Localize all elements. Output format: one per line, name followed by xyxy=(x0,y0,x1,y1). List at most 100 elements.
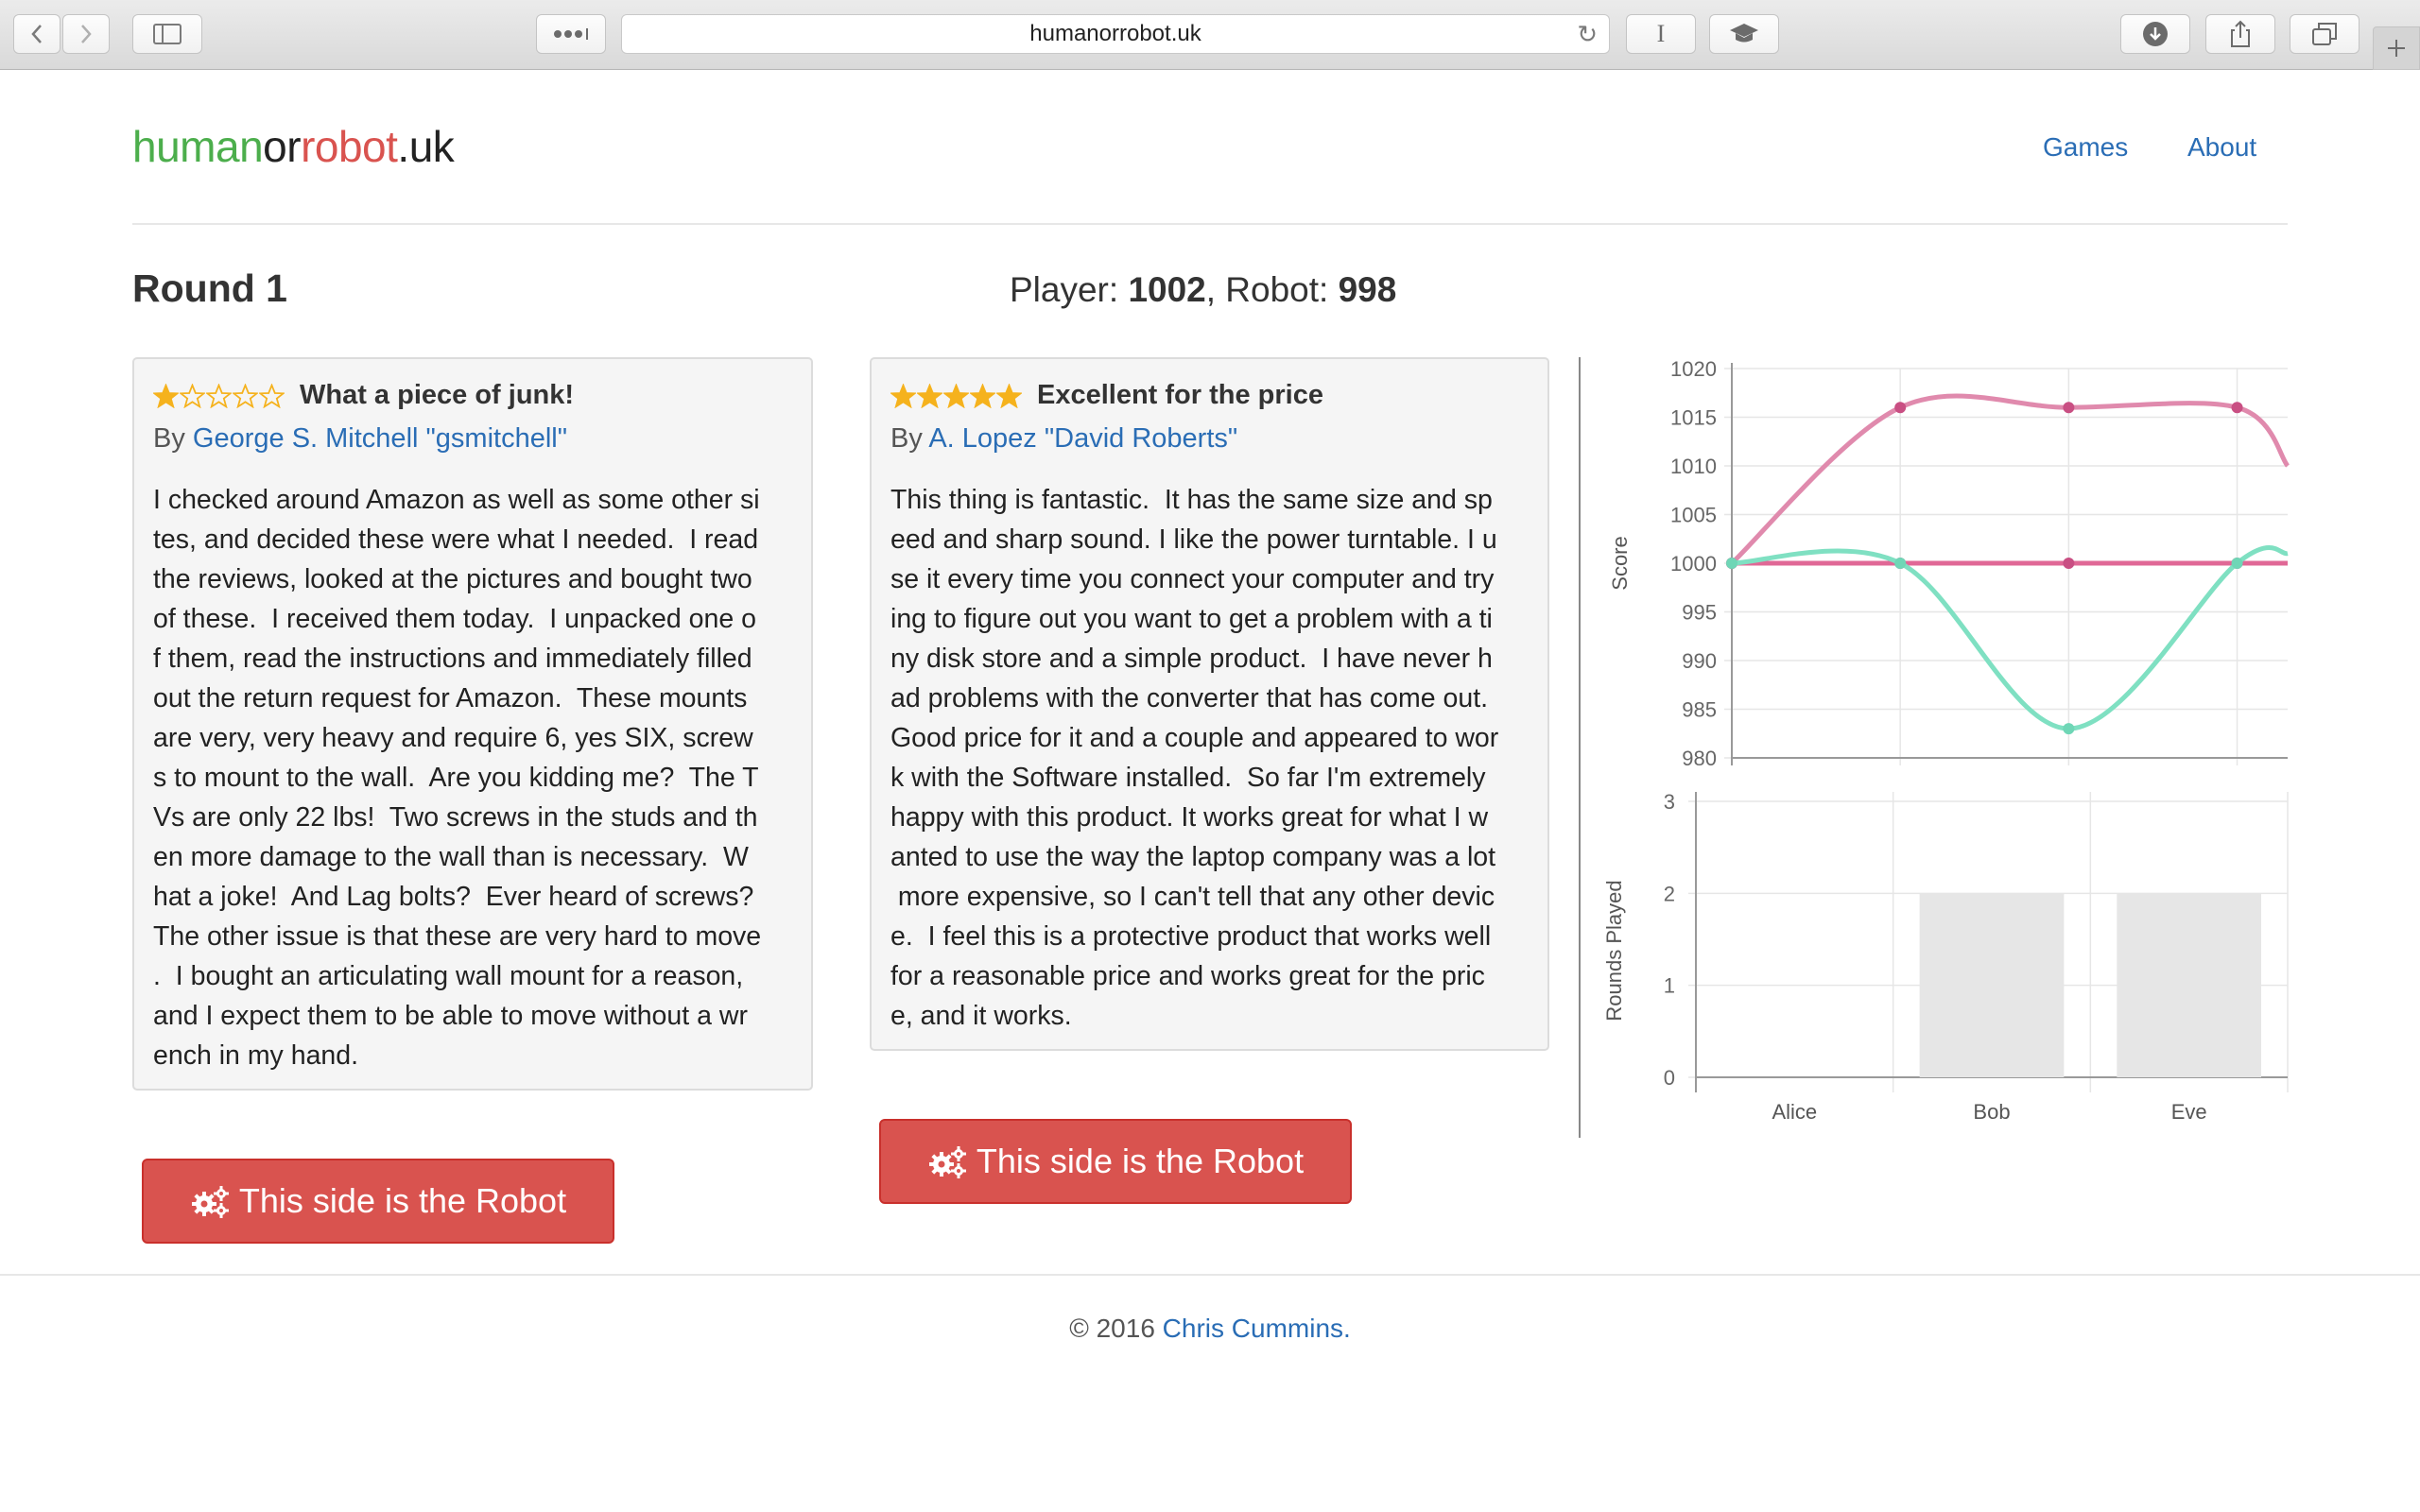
url-text: humanorrobot.uk xyxy=(1029,21,1201,46)
review-line: s to mount to the wall. Are you kidding … xyxy=(153,763,759,793)
data-point xyxy=(2063,723,2075,735)
byline-prefix: By xyxy=(153,423,193,454)
review-line: hat a joke! And Lag bolts? Ever heard of… xyxy=(153,882,754,912)
star-filled-icon xyxy=(943,383,969,408)
review-line: ny disk store and a simple product. I ha… xyxy=(890,644,1493,674)
dots-icon xyxy=(554,28,588,40)
robot-button-right[interactable]: This side is the Robot xyxy=(879,1119,1352,1204)
graduation-cap-icon xyxy=(1730,24,1758,43)
series-line xyxy=(1731,545,2289,731)
bar xyxy=(1919,893,2065,1077)
charts-area: 980 985 990 995 1000 1005 1010 1015 1020 Score 0 1 2… xyxy=(1602,357,2290,1124)
star-empty-icon xyxy=(259,383,285,408)
star-filled-icon xyxy=(153,383,179,408)
data-point xyxy=(1894,402,1907,414)
y-tick-label: 1015 xyxy=(1670,406,1717,430)
header-divider xyxy=(132,223,2288,225)
copyright-text: © 2016 xyxy=(1069,1314,1163,1343)
top-sites-button[interactable] xyxy=(536,14,606,54)
star-filled-icon xyxy=(890,383,916,408)
review-line: This thing is fantastic. It has the same… xyxy=(890,485,1493,515)
robot-button-left[interactable]: This side is the Robot xyxy=(142,1159,614,1244)
footer: © 2016 Chris Cummins. xyxy=(0,1314,2420,1344)
author-footer-link[interactable]: Chris Cummins. xyxy=(1163,1314,1351,1343)
gears-icon xyxy=(928,1146,966,1178)
star-filled-icon xyxy=(917,383,942,408)
data-point xyxy=(2063,402,2075,414)
review-line: out the return request for Amazon. These… xyxy=(153,683,748,713)
review-body: I checked around Amazon as well as some … xyxy=(153,480,761,1075)
review-line: . I bought an articulating wall mount fo… xyxy=(153,961,744,991)
star-rating xyxy=(153,383,285,408)
tabs-button[interactable] xyxy=(2290,14,2360,54)
data-point xyxy=(2231,558,2243,569)
review-panel-right: Excellent for the price By A. Lopez "Dav… xyxy=(870,357,1549,1051)
scoreboard: Player: 1002, Robot: 998 xyxy=(1010,270,1396,310)
downloads-button[interactable] xyxy=(2120,14,2190,54)
review-line: the reviews, looked at the pictures and … xyxy=(153,564,752,594)
extension-button[interactable] xyxy=(1709,14,1779,54)
nav-about-link[interactable]: About xyxy=(2187,132,2256,163)
data-point xyxy=(2063,558,2075,569)
author-link[interactable]: George S. Mitchell "gsmitchell" xyxy=(193,423,567,454)
reader-icon: I xyxy=(1656,20,1666,47)
plus-icon xyxy=(2388,40,2405,57)
reload-icon[interactable]: ↻ xyxy=(1577,21,1598,49)
browser-toolbar: humanorrobot.uk ↻ I xyxy=(0,0,2420,70)
download-icon xyxy=(2143,22,2168,46)
robot-button-label: This side is the Robot xyxy=(238,1181,567,1220)
robot-score: 998 xyxy=(1338,270,1397,309)
review-line: e, and it works. xyxy=(890,1001,1072,1031)
forward-button[interactable] xyxy=(62,14,110,54)
chevron-right-icon xyxy=(81,25,92,43)
review-panel-left: What a piece of junk! By George S. Mitch… xyxy=(132,357,813,1091)
review-line: anted to use the way the laptop company … xyxy=(890,842,1496,872)
sidebar-button[interactable] xyxy=(132,14,202,54)
review-line: The other issue is that these are very h… xyxy=(153,921,762,952)
gears-icon xyxy=(191,1186,229,1218)
review-line: e. I feel this is a protective product t… xyxy=(890,921,1492,952)
review-line: happy with this product. It works great … xyxy=(890,802,1489,833)
series-line xyxy=(1730,393,2290,565)
y-tick-label: 0 xyxy=(1664,1066,1675,1090)
y-tick-label: 1010 xyxy=(1670,455,1717,478)
review-line: Good price for it and a couple and appea… xyxy=(890,723,1499,753)
data-point xyxy=(2231,402,2243,414)
y-tick-label: 1000 xyxy=(1670,552,1717,576)
review-line: of these. I received them today. I unpac… xyxy=(153,604,756,634)
robot-button-label: This side is the Robot xyxy=(976,1142,1305,1180)
star-rating xyxy=(890,383,1022,408)
y-tick-label: 990 xyxy=(1682,649,1717,673)
back-button[interactable] xyxy=(13,14,60,54)
review-line: and I expect them to be able to move wit… xyxy=(153,1001,748,1031)
review-line: Vs are only 22 lbs! Two screws in the st… xyxy=(153,802,758,833)
review-line: f them, read the instructions and immedi… xyxy=(153,644,752,674)
logo-human: human xyxy=(132,122,264,171)
nav-games-link[interactable]: Games xyxy=(2043,132,2128,163)
review-line: ench in my hand. xyxy=(153,1040,359,1071)
review-title: What a piece of junk! xyxy=(300,380,575,410)
share-icon xyxy=(2231,20,2250,47)
chevron-left-icon xyxy=(31,25,42,43)
site-logo[interactable]: humanorrobot.uk xyxy=(132,121,455,172)
review-line: en more damage to the wall than is neces… xyxy=(153,842,749,872)
star-filled-icon xyxy=(996,383,1022,408)
logo-robot: robot xyxy=(301,122,398,171)
author-link[interactable]: A. Lopez "David Roberts" xyxy=(928,423,1237,454)
reader-button[interactable]: I xyxy=(1626,14,1696,54)
y-tick-label: 2 xyxy=(1664,882,1675,905)
tabs-icon xyxy=(2312,23,2337,45)
review-body: This thing is fantastic. It has the same… xyxy=(890,480,1498,1036)
footer-divider xyxy=(0,1274,2420,1276)
star-empty-icon xyxy=(233,383,258,408)
new-tab-button[interactable] xyxy=(2373,26,2420,70)
player-label: Player: xyxy=(1010,270,1129,309)
share-button[interactable] xyxy=(2205,14,2275,54)
review-line: ing to figure out you want to get a prob… xyxy=(890,604,1493,634)
review-line: se it every time you connect your comput… xyxy=(890,564,1495,594)
y-axis-label: Rounds Played xyxy=(1602,880,1626,1021)
x-tick-label: Alice xyxy=(1772,1100,1817,1124)
address-bar[interactable]: humanorrobot.uk ↻ xyxy=(621,14,1610,54)
y-tick-label: 1020 xyxy=(1670,357,1717,381)
logo-tld: .uk xyxy=(397,122,455,171)
